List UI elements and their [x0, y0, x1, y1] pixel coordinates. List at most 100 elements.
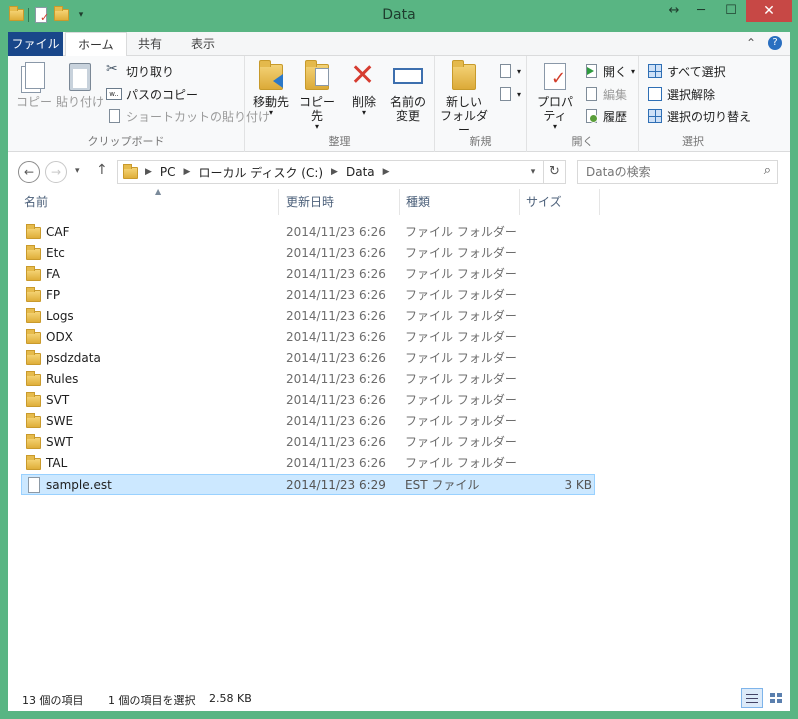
rename-label-2: 変更: [395, 109, 420, 123]
open-button[interactable]: 開く ▾: [583, 61, 635, 81]
file-name: SWE: [46, 414, 74, 428]
column-name[interactable]: ▲ 名前: [18, 187, 279, 215]
paste-button[interactable]: 貼り付け: [56, 60, 104, 109]
file-date: 2014/11/23 6:26: [286, 372, 386, 386]
history-icon: [583, 108, 599, 124]
table-row[interactable]: FP 2014/11/23 6:26 ファイル フォルダー: [22, 285, 596, 306]
search-box[interactable]: ⌕: [577, 160, 778, 184]
file-type: ファイル フォルダー: [405, 309, 517, 323]
table-row[interactable]: Logs 2014/11/23 6:26 ファイル フォルダー: [22, 306, 596, 327]
file-date: 2014/11/23 6:26: [286, 414, 386, 428]
table-row[interactable]: Etc 2014/11/23 6:26 ファイル フォルダー: [22, 243, 596, 264]
open-label: 開く: [603, 64, 628, 79]
group-label: 選択: [682, 135, 704, 148]
cut-button[interactable]: ✂ 切り取り: [106, 61, 174, 81]
maximize-button[interactable]: ☐: [716, 0, 746, 22]
ribbon-tabs: ファイル ホーム 共有 表示 ⌃ ?: [8, 32, 790, 57]
column-size[interactable]: サイズ: [520, 189, 600, 215]
table-row[interactable]: sample.est 2014/11/23 6:29 EST ファイル 3 KB: [21, 474, 595, 495]
chevron-right-icon[interactable]: ▶: [184, 167, 191, 177]
tab-home[interactable]: ホーム: [65, 32, 127, 57]
back-button[interactable]: ←: [18, 161, 40, 183]
rename-icon: [392, 60, 424, 92]
table-row[interactable]: FA 2014/11/23 6:26 ファイル フォルダー: [22, 264, 596, 285]
explorer-client: ファイル ホーム 共有 表示 ⌃ ? コピー 貼り付け ✂ 切り取り w.. パ…: [8, 32, 790, 711]
file-date: 2014/11/23 6:26: [286, 288, 386, 302]
group-label: クリップボード: [87, 135, 165, 148]
file-name: FP: [46, 288, 61, 302]
file-date: 2014/11/23 6:26: [286, 351, 386, 365]
status-bar: 13 個の項目 1 個の項目を選択 2.58 KB: [8, 685, 790, 711]
table-row[interactable]: ODX 2014/11/23 6:26 ファイル フォルダー: [22, 327, 596, 348]
invert-selection-label: 選択の切り替え: [667, 109, 752, 124]
breadcrumb-pc[interactable]: PC: [160, 165, 176, 179]
easy-access-icon: [497, 86, 513, 102]
file-type: ファイル フォルダー: [405, 225, 517, 239]
folder-icon: [26, 245, 42, 260]
move-to-button[interactable]: 移動先 ▾: [251, 60, 291, 117]
properties-button[interactable]: ✓ プロパティ ▾: [531, 60, 579, 131]
file-type: ファイル フォルダー: [405, 435, 517, 449]
table-row[interactable]: CAF 2014/11/23 6:26 ファイル フォルダー: [22, 222, 596, 243]
new-folder-button[interactable]: 新しい フォルダー: [437, 60, 491, 137]
copy-to-button[interactable]: コピー先 ▾: [295, 60, 339, 131]
easy-access-button[interactable]: ▾: [497, 84, 521, 104]
invert-selection-button[interactable]: 選択の切り替え: [647, 106, 751, 126]
details-view-button[interactable]: [741, 688, 763, 708]
forward-button[interactable]: →: [45, 161, 67, 183]
recent-locations-dropdown[interactable]: ▾: [75, 166, 80, 176]
select-all-button[interactable]: すべて選択: [647, 61, 726, 81]
ribbon-controls: ⌃ ?: [746, 36, 782, 50]
copy-to-icon: [301, 60, 333, 92]
table-row[interactable]: TAL 2014/11/23 6:26 ファイル フォルダー: [22, 453, 596, 474]
edit-button[interactable]: 編集: [583, 84, 627, 104]
minimize-button[interactable]: ─: [686, 0, 716, 22]
properties-icon: ✓: [539, 60, 571, 92]
copy-path-button[interactable]: w.. パスのコピー: [106, 84, 198, 104]
refresh-icon[interactable]: ↻: [543, 161, 565, 183]
chevron-right-icon[interactable]: ▶: [145, 167, 152, 177]
move-to-label: 移動先: [252, 95, 289, 109]
delete-button[interactable]: ✕ 削除 ▾: [345, 60, 383, 117]
select-none-button[interactable]: 選択解除: [647, 84, 715, 104]
search-icon[interactable]: ⌕: [764, 163, 771, 178]
table-row[interactable]: Rules 2014/11/23 6:26 ファイル フォルダー: [22, 369, 596, 390]
chevron-right-icon[interactable]: ▶: [331, 167, 338, 177]
rename-button[interactable]: 名前の 変更: [387, 60, 429, 123]
breadcrumb-local-disk[interactable]: ローカル ディスク (C:): [198, 164, 323, 181]
chevron-right-icon[interactable]: ▶: [383, 167, 390, 177]
breadcrumb-data[interactable]: Data: [346, 165, 375, 179]
help-icon[interactable]: ?: [768, 36, 782, 50]
folder-icon: [26, 350, 42, 365]
tab-share[interactable]: 共有: [126, 32, 174, 56]
new-item-icon: [497, 63, 513, 79]
group-label: 整理: [328, 135, 351, 148]
column-date[interactable]: 更新日時: [280, 189, 400, 215]
tab-file[interactable]: ファイル: [8, 32, 63, 56]
column-type[interactable]: 種類: [400, 189, 520, 215]
close-button[interactable]: ✕: [746, 0, 792, 22]
large-icons-view-button[interactable]: [765, 688, 787, 708]
address-bar[interactable]: ▶ PC ▶ ローカル ディスク (C:) ▶ Data ▶ ▾ ↻: [117, 160, 566, 184]
new-folder-label-1: 新しい: [445, 95, 482, 109]
table-row[interactable]: psdzdata 2014/11/23 6:26 ファイル フォルダー: [22, 348, 596, 369]
file-date: 2014/11/23 6:26: [286, 330, 386, 344]
new-item-button[interactable]: ▾: [497, 61, 521, 81]
history-button[interactable]: 履歴: [583, 106, 627, 126]
title-bar[interactable]: ✓ ▾ Data ↔ ─ ☐ ✕: [0, 0, 798, 32]
dropdown-icon: ▾: [631, 66, 636, 76]
up-button[interactable]: ↑: [96, 162, 108, 178]
dropdown-icon: ▾: [268, 108, 273, 117]
search-input[interactable]: [578, 161, 748, 183]
shortcut-icon: [106, 108, 122, 124]
file-type: ファイル フォルダー: [405, 246, 517, 260]
tab-view[interactable]: 表示: [179, 32, 227, 56]
table-row[interactable]: SVT 2014/11/23 6:26 ファイル フォルダー: [22, 390, 596, 411]
table-row[interactable]: SWE 2014/11/23 6:26 ファイル フォルダー: [22, 411, 596, 432]
copy-button[interactable]: コピー: [16, 60, 52, 109]
file-date: 2014/11/23 6:26: [286, 225, 386, 239]
folder-icon: [26, 329, 42, 344]
address-dropdown-icon[interactable]: ▾: [525, 161, 541, 183]
chevron-up-icon[interactable]: ⌃: [746, 36, 756, 50]
table-row[interactable]: SWT 2014/11/23 6:26 ファイル フォルダー: [22, 432, 596, 453]
